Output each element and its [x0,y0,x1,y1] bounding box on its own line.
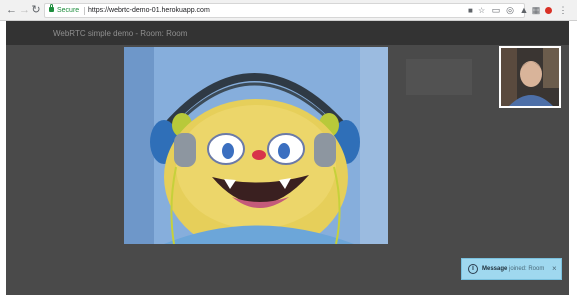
cast-icon[interactable]: ▭ [491,4,501,16]
remote-video-frame [124,47,388,244]
star-icon[interactable]: ☆ [478,5,485,16]
secure-label: Secure [57,7,80,14]
forward-arrow-icon[interactable]: → [19,4,30,16]
remote-video [124,47,388,244]
adblock-icon[interactable] [545,7,552,14]
puzzle-icon[interactable]: ▦ [531,4,541,16]
info-icon: i [468,264,478,274]
more-vert-icon[interactable]: ⋮ [558,4,568,16]
toast-message: joined: Room [509,266,545,272]
url-text[interactable]: https://webrtc-demo-01.herokuapp.com [88,5,210,16]
close-icon[interactable]: × [552,264,557,274]
video-camera-icon[interactable]: ■ [468,5,473,16]
screen-icon[interactable]: ◎ [505,4,515,16]
toast-title: Message [482,266,508,272]
app-viewport: WebRTC simple demo - Room: Room i Messag… [6,21,569,295]
person-icon[interactable]: ▲ [519,4,529,16]
omnibox-separator [84,7,85,15]
address-bar[interactable]: Secure https://webrtc-demo-01.herokuapp.… [44,3,525,18]
browser-toolbar: ← → ↻ Secure https://webrtc-demo-01.hero… [0,0,577,21]
reload-icon[interactable]: ↻ [31,4,41,16]
app-header: WebRTC simple demo - Room: Room [6,21,569,45]
local-video [499,46,561,108]
placeholder-panel [406,59,472,95]
back-arrow-icon[interactable]: ← [6,4,17,16]
local-video-frame [501,48,559,106]
page-title: WebRTC simple demo - Room: Room [53,29,188,38]
notification-toast: i Message joined: Room × [461,258,562,280]
lock-icon [49,4,54,12]
